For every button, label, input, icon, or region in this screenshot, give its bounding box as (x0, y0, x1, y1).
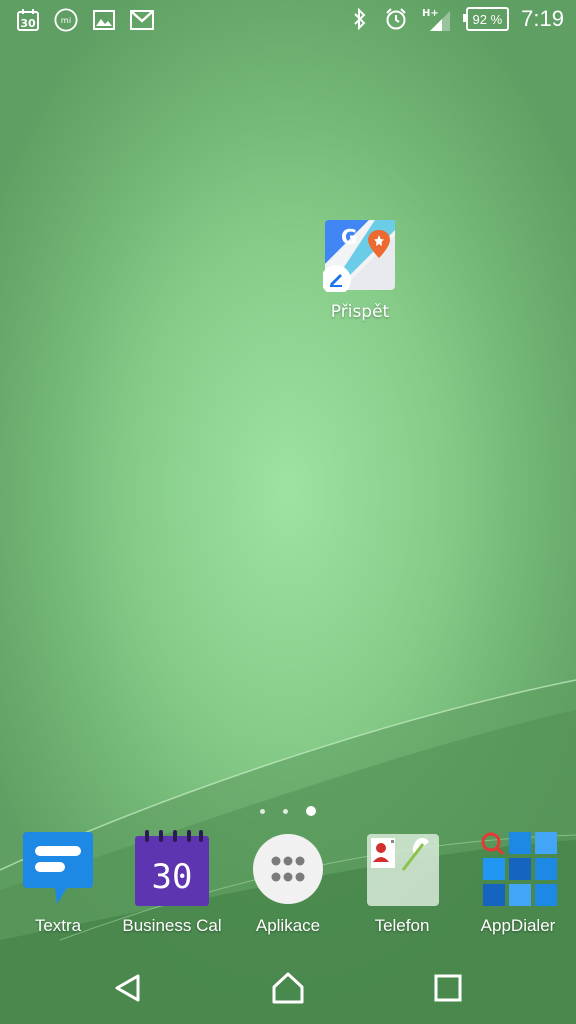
alarm-icon (384, 7, 408, 31)
bluetooth-icon (348, 7, 372, 31)
page-dot-active[interactable] (306, 806, 316, 816)
gallery-notification-icon (92, 8, 116, 32)
signal-icon: H+ (420, 7, 454, 31)
recents-button[interactable] (418, 964, 478, 1012)
status-bar: 30 mi H+ 92 % 7:19 (0, 0, 576, 40)
page-indicator (0, 806, 576, 816)
mi-badge-text: mi (61, 15, 71, 25)
dock-app-label: Aplikace (255, 916, 321, 935)
gmail-notification-icon (130, 8, 154, 32)
phone-app-icon (363, 830, 441, 908)
dock-app-drawer[interactable]: Aplikace (232, 830, 344, 936)
textra-icon (19, 830, 97, 908)
dock-app-label: Telefon (374, 916, 430, 935)
appdialer-icon (479, 830, 557, 908)
back-button[interactable] (98, 964, 158, 1012)
dock: Textra 30 Business Cal Aplikace Telefon … (0, 830, 576, 950)
battery-indicator: 92 % (462, 7, 510, 31)
app-shortcut-prispet[interactable]: G Přispět (312, 218, 408, 322)
back-triangle-icon (115, 974, 140, 1002)
app-drawer-icon (249, 830, 327, 908)
dock-app-label: Textra (34, 916, 82, 935)
home-icon (272, 972, 304, 1004)
calendar-icon-day: 30 (152, 857, 193, 897)
dock-app-textra[interactable]: Textra (2, 830, 114, 936)
calendar-notification-icon: 30 (16, 8, 40, 32)
mi-fit-icon: mi (54, 8, 78, 32)
page-dot[interactable] (283, 808, 288, 814)
recents-square-icon (434, 974, 462, 1002)
dock-app-label: AppDialer (480, 916, 556, 935)
business-calendar-icon: 30 (133, 830, 211, 908)
navigation-bar (0, 952, 576, 1024)
svg-text:G: G (341, 225, 357, 249)
calendar-notification-day: 30 (20, 17, 36, 30)
dock-app-telefon[interactable]: Telefon (346, 830, 458, 936)
dock-app-label: Business Cal (122, 916, 222, 935)
network-type: H+ (422, 8, 439, 19)
dock-app-business-calendar[interactable]: 30 Business Cal (116, 830, 228, 936)
page-dot[interactable] (260, 808, 265, 814)
battery-percent: 92 % (472, 11, 503, 27)
dock-app-appdialer[interactable]: AppDialer (462, 830, 574, 936)
maps-contribute-icon: G (321, 218, 397, 295)
home-button[interactable] (258, 964, 318, 1012)
app-label: Přispět (330, 302, 390, 322)
status-time: 7:19 (521, 6, 564, 31)
